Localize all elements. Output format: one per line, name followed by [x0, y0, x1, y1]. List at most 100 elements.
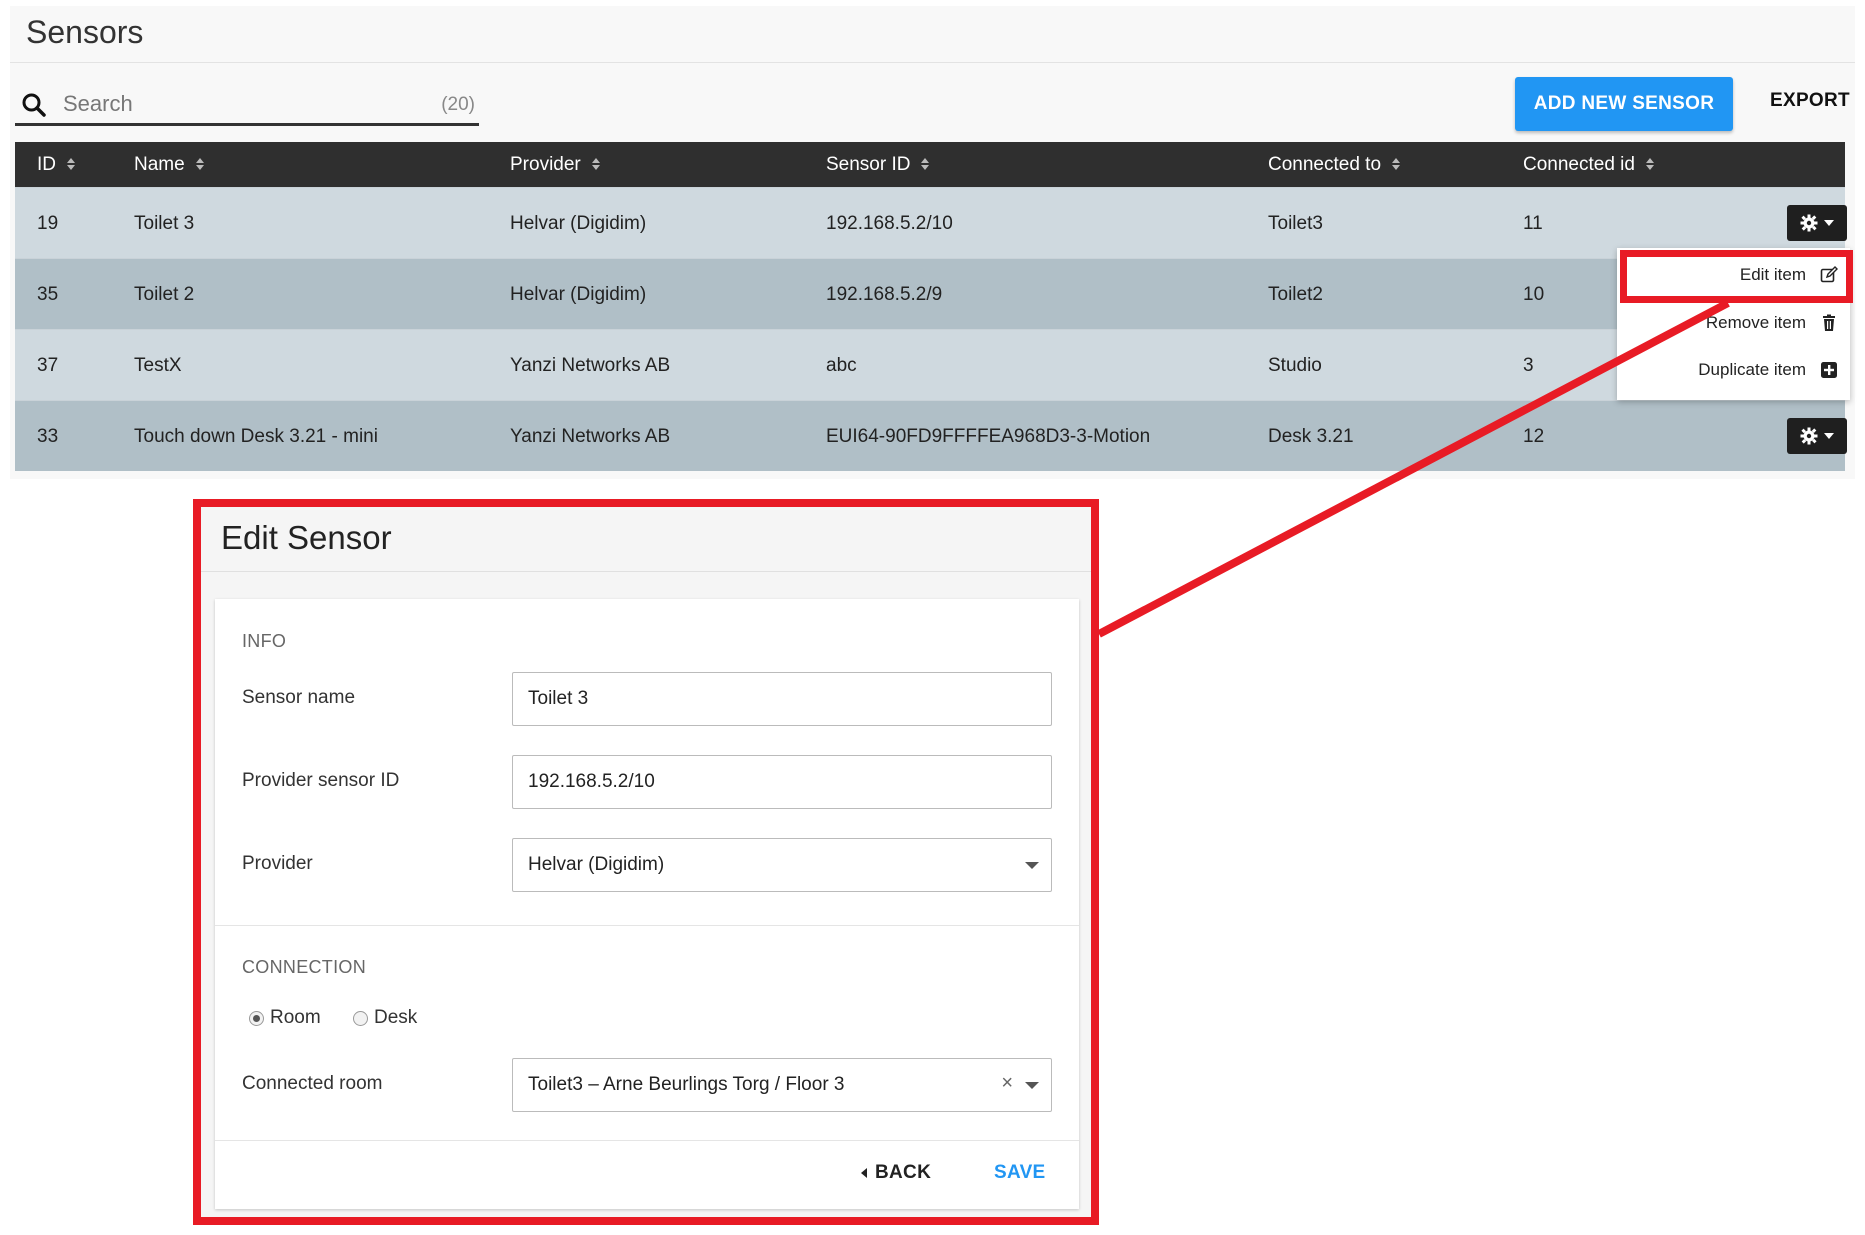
- dialog-title: Edit Sensor: [221, 519, 392, 556]
- search-icon: [22, 93, 46, 117]
- provider-select[interactable]: Helvar (Digidim): [512, 838, 1052, 892]
- cell-sensor-id: 192.168.5.2/9: [826, 284, 943, 305]
- connected-room-label: Connected room: [242, 1073, 383, 1094]
- column-header-label: ID: [37, 154, 56, 175]
- chevron-down-icon: [1025, 862, 1039, 869]
- radio-room-indicator: [249, 1010, 264, 1026]
- cell-sensor-id: EUI64-90FD9FFFFEA968D3-3-Motion: [826, 426, 1151, 447]
- dialog-header-divider: [201, 571, 1091, 572]
- sort-icon: [1392, 158, 1401, 170]
- radio-desk-label: Desk: [374, 1007, 418, 1028]
- cell-name: Touch down Desk 3.21 - mini: [134, 426, 378, 447]
- cell-name: Toilet 2: [134, 284, 195, 305]
- cell-connected-id: 12: [1523, 426, 1545, 447]
- search-input[interactable]: [63, 88, 403, 120]
- export-button[interactable]: EXPORT: [1770, 90, 1850, 112]
- radio-room-label: Room: [270, 1007, 321, 1028]
- cell-connected-id: 3: [1523, 355, 1534, 376]
- sort-icon: [67, 158, 75, 170]
- radio-room[interactable]: Room: [249, 1007, 321, 1029]
- column-header-sensor-id[interactable]: Sensor ID: [826, 142, 930, 187]
- column-header-label: Connected id: [1523, 154, 1635, 175]
- cell-provider: Yanzi Networks AB: [510, 426, 671, 447]
- section-title-connection: CONNECTION: [242, 957, 366, 977]
- cell-connected-to: Toilet2: [1268, 284, 1323, 305]
- sort-icon: [591, 158, 600, 170]
- cell-name: TestX: [134, 355, 182, 376]
- cell-connected-to: Desk 3.21: [1268, 426, 1354, 447]
- sensor-name-value: Toilet 3: [528, 688, 589, 709]
- clear-selection-icon[interactable]: ×: [1001, 1072, 1013, 1095]
- sensors-table: ID Name Provider Sensor ID Connected to …: [15, 142, 1847, 471]
- table-row[interactable]: 37 TestX Yanzi Networks AB abc Studio 3: [15, 329, 1845, 400]
- column-header-name[interactable]: Name: [134, 142, 205, 187]
- search-result-count: (20): [441, 94, 475, 115]
- column-header-connected-to[interactable]: Connected to: [1268, 142, 1401, 187]
- radio-desk-indicator: [353, 1010, 368, 1026]
- cell-name: Toilet 3: [134, 213, 195, 234]
- row-actions-button[interactable]: [1787, 205, 1847, 241]
- sensor-name-field[interactable]: Toilet 3: [512, 672, 1052, 726]
- section-title-info: INFO: [242, 631, 287, 651]
- provider-selected-value: Helvar (Digidim): [528, 854, 665, 875]
- table-row[interactable]: 33 Touch down Desk 3.21 - mini Yanzi Net…: [15, 400, 1847, 471]
- cell-sensor-id: 192.168.5.2/10: [826, 213, 953, 234]
- back-button-label: BACK: [875, 1162, 932, 1183]
- column-header-label: Connected to: [1268, 154, 1382, 175]
- annotation-highlight-edit-item: [1620, 250, 1853, 303]
- cell-provider: Helvar (Digidim): [510, 284, 647, 305]
- title-divider: [10, 62, 1855, 63]
- column-header-id[interactable]: ID: [37, 142, 76, 187]
- menu-item-duplicate[interactable]: Duplicate item: [1698, 350, 1838, 390]
- save-button[interactable]: SAVE: [994, 1162, 1046, 1184]
- chevron-down-icon: [1025, 1082, 1039, 1089]
- connected-room-select[interactable]: Toilet3 – Arne Beurlings Torg / Floor 3 …: [512, 1058, 1052, 1112]
- column-header-connected-id[interactable]: Connected id: [1523, 142, 1655, 187]
- provider-label: Provider: [242, 853, 313, 874]
- chevron-left-icon: [861, 1168, 867, 1178]
- connected-room-selected-value: Toilet3 – Arne Beurlings Torg / Floor 3: [528, 1074, 845, 1095]
- sensor-name-label: Sensor name: [242, 687, 356, 708]
- provider-sensor-id-value: 192.168.5.2/10: [528, 771, 655, 792]
- menu-item-label: Duplicate item: [1698, 360, 1806, 379]
- column-header-provider[interactable]: Provider: [510, 142, 601, 187]
- radio-desk[interactable]: Desk: [353, 1007, 417, 1029]
- add-new-sensor-button[interactable]: ADD NEW SENSOR: [1515, 77, 1733, 131]
- table-header: ID Name Provider Sensor ID Connected to …: [15, 142, 1845, 187]
- chevron-down-icon: [1824, 220, 1834, 226]
- row-actions-button[interactable]: [1787, 418, 1847, 454]
- trash-icon: [1823, 314, 1835, 331]
- sort-icon: [195, 158, 204, 170]
- column-header-label: Sensor ID: [826, 154, 911, 175]
- gear-icon: [1800, 427, 1818, 445]
- footer-divider: [215, 1140, 1079, 1141]
- edit-sensor-card: INFO Sensor name Toilet 3 Provider senso…: [215, 599, 1079, 1209]
- menu-item-label: Remove item: [1705, 313, 1806, 332]
- cell-id: 19: [37, 213, 59, 234]
- cell-connected-id: 10: [1523, 284, 1545, 305]
- gear-icon: [1800, 214, 1818, 232]
- sort-icon: [1645, 158, 1654, 170]
- page-title: Sensors: [26, 14, 144, 50]
- search-bar: (20): [15, 84, 479, 126]
- table-row[interactable]: 19 Toilet 3 Helvar (Digidim) 192.168.5.2…: [15, 187, 1847, 258]
- back-button[interactable]: BACK: [861, 1162, 931, 1184]
- cell-id: 35: [37, 284, 59, 305]
- cell-sensor-id: abc: [826, 355, 857, 376]
- chevron-down-icon: [1824, 433, 1834, 439]
- provider-sensor-id-label: Provider sensor ID: [242, 770, 400, 791]
- cell-connected-id: 11: [1523, 213, 1543, 234]
- provider-sensor-id-field[interactable]: 192.168.5.2/10: [512, 755, 1052, 809]
- cell-connected-to: Studio: [1268, 355, 1322, 376]
- cell-connected-to: Toilet3: [1268, 213, 1323, 234]
- cell-id: 33: [37, 426, 59, 447]
- section-divider: [215, 925, 1079, 926]
- sort-icon: [921, 158, 930, 170]
- cell-id: 37: [37, 355, 59, 376]
- cell-provider: Yanzi Networks AB: [510, 355, 671, 376]
- menu-item-remove[interactable]: Remove item: [1706, 303, 1838, 343]
- plus-square-icon: [1821, 362, 1837, 378]
- table-row[interactable]: 35 Toilet 2 Helvar (Digidim) 192.168.5.2…: [15, 258, 1845, 329]
- column-header-label: Provider: [510, 154, 581, 175]
- edit-sensor-dialog: Edit Sensor INFO Sensor name Toilet 3 Pr…: [193, 499, 1099, 1225]
